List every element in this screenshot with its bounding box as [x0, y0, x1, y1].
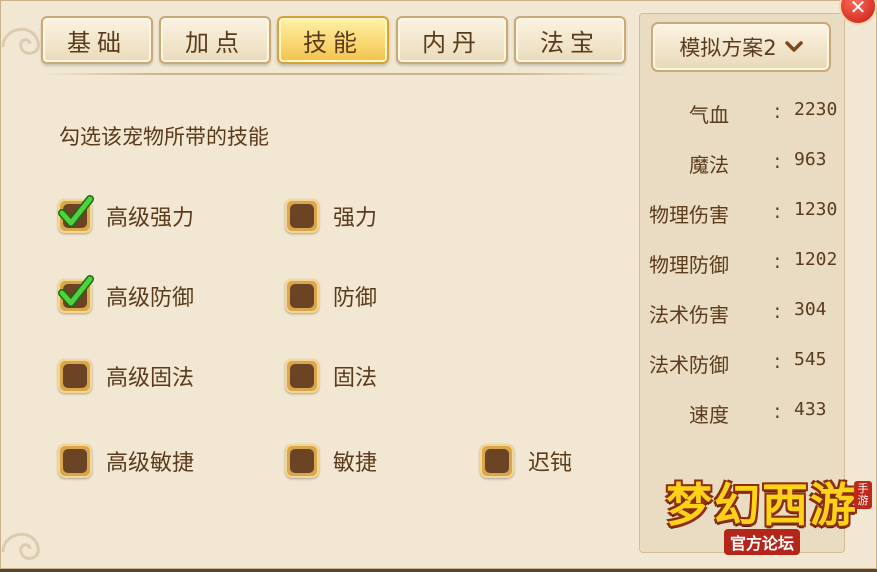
stat-name: 魔法 [689, 153, 729, 177]
stat-hp: 气血:2230 [689, 99, 838, 127]
logo-title: 梦幻西游 [666, 478, 858, 532]
skill-checkbox-advanced-strength[interactable]: 高级强力 [58, 195, 195, 236]
skill-label: 高级防御 [106, 286, 195, 311]
skill-checkbox-advanced-agility[interactable]: 高级敏捷 [58, 441, 194, 481]
skill-checkbox-agility[interactable]: 敏捷 [285, 441, 377, 481]
skill-label: 固法 [333, 366, 378, 391]
skill-checkbox-advanced-defense[interactable]: 高级防御 [58, 275, 195, 316]
stat-magic-damage: 法术伤害:304 [649, 299, 827, 327]
stat-name: 气血 [689, 103, 729, 127]
stat-value: 963 [794, 149, 827, 170]
stat-name: 物理防御 [649, 253, 729, 277]
game-logo: 梦幻西游 官方论坛 手游 [666, 469, 872, 559]
skills-panel: 基础 加点 技能 内丹 法宝 勾选该宠物所带的技能 高级强力 强力 高级防御 防… [0, 0, 877, 569]
divider [41, 73, 626, 75]
checkbox[interactable] [58, 275, 94, 313]
checkbox[interactable] [285, 444, 319, 478]
close-icon: ✕ [849, 0, 867, 19]
checkbox[interactable] [285, 279, 319, 313]
skill-checkbox-advanced-magic-guard[interactable]: 高级固法 [58, 356, 194, 396]
stat-physical-damage: 物理伤害:1230 [649, 199, 838, 227]
plan-dropdown-button[interactable]: 模拟方案2 [651, 22, 831, 72]
stat-magic-defense: 法术防御:545 [649, 349, 827, 377]
skill-label: 迟钝 [528, 451, 573, 476]
skill-label: 高级强力 [106, 206, 195, 231]
stat-name: 速度 [689, 403, 729, 427]
stat-name: 法术防御 [649, 353, 729, 377]
tab-skills[interactable]: 技能 [277, 16, 389, 64]
logo-tag: 手游 [854, 481, 872, 509]
stat-physical-defense: 物理防御:1202 [649, 249, 838, 277]
instruction-text: 勾选该宠物所带的技能 [59, 125, 269, 149]
stat-name: 物理伤害 [649, 203, 729, 227]
checkbox[interactable] [285, 359, 319, 393]
stat-value: 545 [794, 349, 827, 370]
tab-basic[interactable]: 基础 [41, 16, 153, 64]
skill-label: 敏捷 [333, 451, 378, 476]
tab-points[interactable]: 加点 [159, 16, 271, 64]
stat-speed: 速度:433 [689, 399, 827, 427]
cloud-swirl-icon [1, 532, 40, 560]
stat-mp: 魔法:963 [689, 149, 827, 177]
checkbox[interactable] [480, 444, 514, 478]
checkbox[interactable] [58, 195, 94, 233]
stat-value: 1230 [794, 199, 838, 220]
skill-checkbox-strength[interactable]: 强力 [285, 196, 377, 236]
chevron-down-icon [784, 41, 803, 52]
tab-treasure[interactable]: 法宝 [514, 16, 626, 64]
skill-label: 防御 [333, 286, 378, 311]
skill-checkbox-sluggish[interactable]: 迟钝 [480, 441, 572, 481]
checkbox[interactable] [58, 359, 92, 393]
checkmark-icon [58, 275, 94, 307]
checkbox[interactable] [285, 199, 319, 233]
skill-checkbox-defense[interactable]: 防御 [285, 276, 377, 316]
stat-value: 1202 [794, 249, 838, 270]
plan-label: 模拟方案2 [679, 36, 777, 60]
stat-value: 433 [794, 399, 827, 420]
skill-label: 强力 [333, 206, 378, 231]
checkbox[interactable] [58, 444, 92, 478]
logo-subtitle: 官方论坛 [724, 529, 801, 555]
skill-label: 高级敏捷 [106, 451, 195, 476]
tab-inner-core[interactable]: 内丹 [396, 16, 508, 64]
stat-value: 2230 [794, 99, 838, 120]
stat-name: 法术伤害 [649, 303, 729, 327]
skill-label: 高级固法 [106, 366, 195, 391]
skill-checkbox-magic-guard[interactable]: 固法 [285, 356, 377, 396]
stat-value: 304 [794, 299, 827, 320]
checkmark-icon [58, 195, 94, 227]
